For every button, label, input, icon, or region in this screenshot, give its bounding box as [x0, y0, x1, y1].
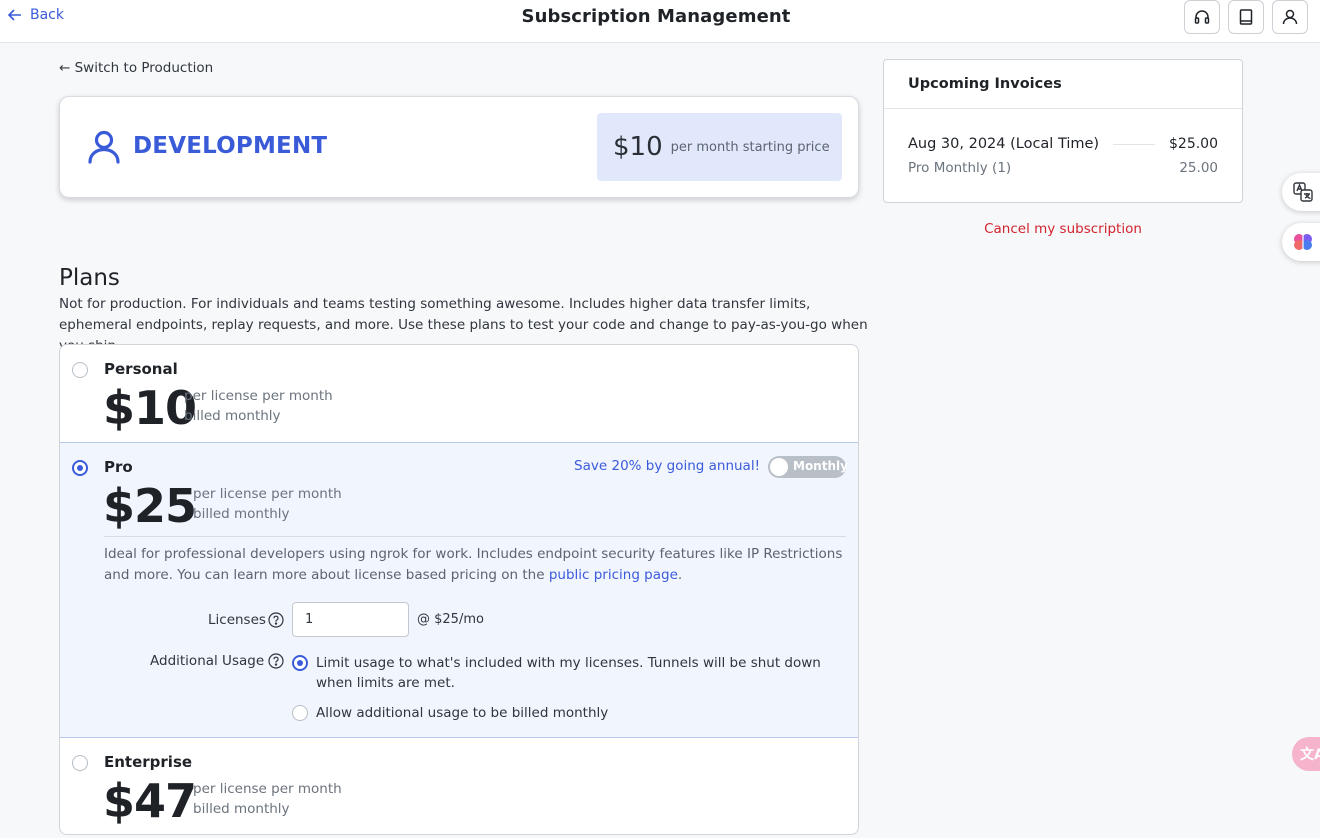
invoice-row: Aug 30, 2024 (Local Time) $25.00 — [908, 136, 1218, 152]
invoice-date: Aug 30, 2024 (Local Time) — [908, 136, 1100, 152]
book-icon — [1239, 9, 1253, 25]
plan-price: $47 — [103, 774, 197, 828]
plan-name: Enterprise — [104, 753, 193, 771]
plan-option-personal[interactable]: Personal $10 per license per month bille… — [60, 345, 858, 442]
licenses-label: Licenses — [208, 612, 266, 628]
plan-unit-line1: per license per month — [193, 486, 342, 502]
plans-list: Personal $10 per license per month bille… — [59, 344, 859, 835]
plan-option-pro[interactable]: Pro $25 per license per month billed mon… — [60, 442, 858, 738]
plan-description-end: . — [677, 567, 683, 583]
translate-icon — [1293, 182, 1313, 202]
usage-option-limit[interactable]: Limit usage to what's included with my l… — [292, 653, 856, 693]
plan-option-enterprise[interactable]: Enterprise $47 per license per month bil… — [60, 738, 858, 834]
usage-radio-additional[interactable] — [292, 705, 308, 721]
plan-unit-line2: billed monthly — [193, 506, 290, 522]
brain-icon — [1294, 234, 1312, 250]
environment-name: DEVELOPMENT — [133, 133, 328, 159]
top-bar: Back Subscription Management — [0, 0, 1320, 43]
plan-description-text: Ideal for professional developers using … — [104, 546, 843, 583]
invoice-line-label: Pro Monthly (1) — [908, 160, 1012, 176]
account-button[interactable] — [1272, 0, 1308, 34]
top-icon-group — [1184, 0, 1308, 34]
plan-description: Ideal for professional developers using … — [104, 544, 846, 586]
user-icon — [1282, 9, 1298, 25]
translate-extension-button[interactable] — [1282, 173, 1320, 211]
invoices-title: Upcoming Invoices — [884, 60, 1242, 109]
starting-price-box: $10 per month starting price — [597, 113, 842, 181]
language-icon: 文A — [1300, 747, 1320, 763]
toggle-knob — [770, 458, 788, 476]
plan-unit: per license per month billed monthly — [193, 779, 342, 819]
support-button[interactable] — [1184, 0, 1220, 34]
license-rate: @ $25/mo — [417, 612, 484, 627]
help-icon[interactable] — [268, 612, 284, 628]
divider — [104, 536, 846, 537]
annual-savings-text: Save 20% by going annual! — [574, 458, 760, 474]
invoice-line-item: Pro Monthly (1) 25.00 — [908, 160, 1218, 176]
plan-name: Personal — [104, 360, 178, 378]
usage-option-additional[interactable]: Allow additional usage to be billed mont… — [292, 703, 856, 723]
invoice-line-amount: 25.00 — [1179, 160, 1218, 176]
usage-option-label: Limit usage to what's included with my l… — [316, 655, 821, 691]
plan-unit-line1: per license per month — [193, 781, 342, 797]
public-pricing-link[interactable]: public pricing page — [549, 567, 678, 583]
licenses-input[interactable] — [292, 602, 409, 637]
plan-radio-pro[interactable] — [72, 460, 88, 476]
plan-unit-line2: billed monthly — [193, 801, 290, 817]
toggle-label: Monthly — [793, 459, 848, 473]
starting-price: $10 — [613, 132, 663, 162]
usage-option-label: Allow additional usage to be billed mont… — [316, 705, 609, 721]
help-icon[interactable] — [268, 653, 284, 669]
switch-to-production-link[interactable]: ← Switch to Production — [59, 60, 213, 76]
plan-unit-line1: per license per month — [184, 388, 333, 404]
plan-unit: per license per month billed monthly — [193, 484, 342, 524]
starting-price-note: per month starting price — [670, 139, 830, 155]
plan-unit: per license per month billed monthly — [184, 386, 333, 426]
plan-price: $25 — [103, 479, 197, 533]
cancel-subscription-link[interactable]: Cancel my subscription — [883, 221, 1243, 237]
language-extension-button[interactable]: 文A — [1292, 737, 1320, 771]
plan-price: $10 — [103, 381, 197, 435]
page-title: Subscription Management — [521, 6, 791, 27]
plan-unit-line2: billed monthly — [184, 408, 281, 424]
plan-name: Pro — [104, 458, 133, 476]
plans-heading: Plans — [59, 265, 120, 291]
environment-card: DEVELOPMENT $10 per month starting price — [59, 96, 859, 198]
headset-icon — [1194, 10, 1210, 24]
ai-assistant-extension-button[interactable] — [1282, 223, 1320, 261]
docs-button[interactable] — [1228, 0, 1264, 34]
plan-radio-personal[interactable] — [72, 362, 88, 378]
plan-radio-enterprise[interactable] — [72, 755, 88, 771]
upcoming-invoices-panel: Upcoming Invoices Aug 30, 2024 (Local Ti… — [883, 59, 1243, 203]
invoice-divider — [1113, 143, 1155, 145]
additional-usage-label: Additional Usage — [150, 653, 265, 669]
usage-radio-limit[interactable] — [292, 655, 308, 671]
invoice-amount: $25.00 — [1169, 136, 1218, 152]
user-icon — [88, 130, 120, 164]
billing-period-toggle[interactable]: Monthly — [768, 456, 848, 478]
